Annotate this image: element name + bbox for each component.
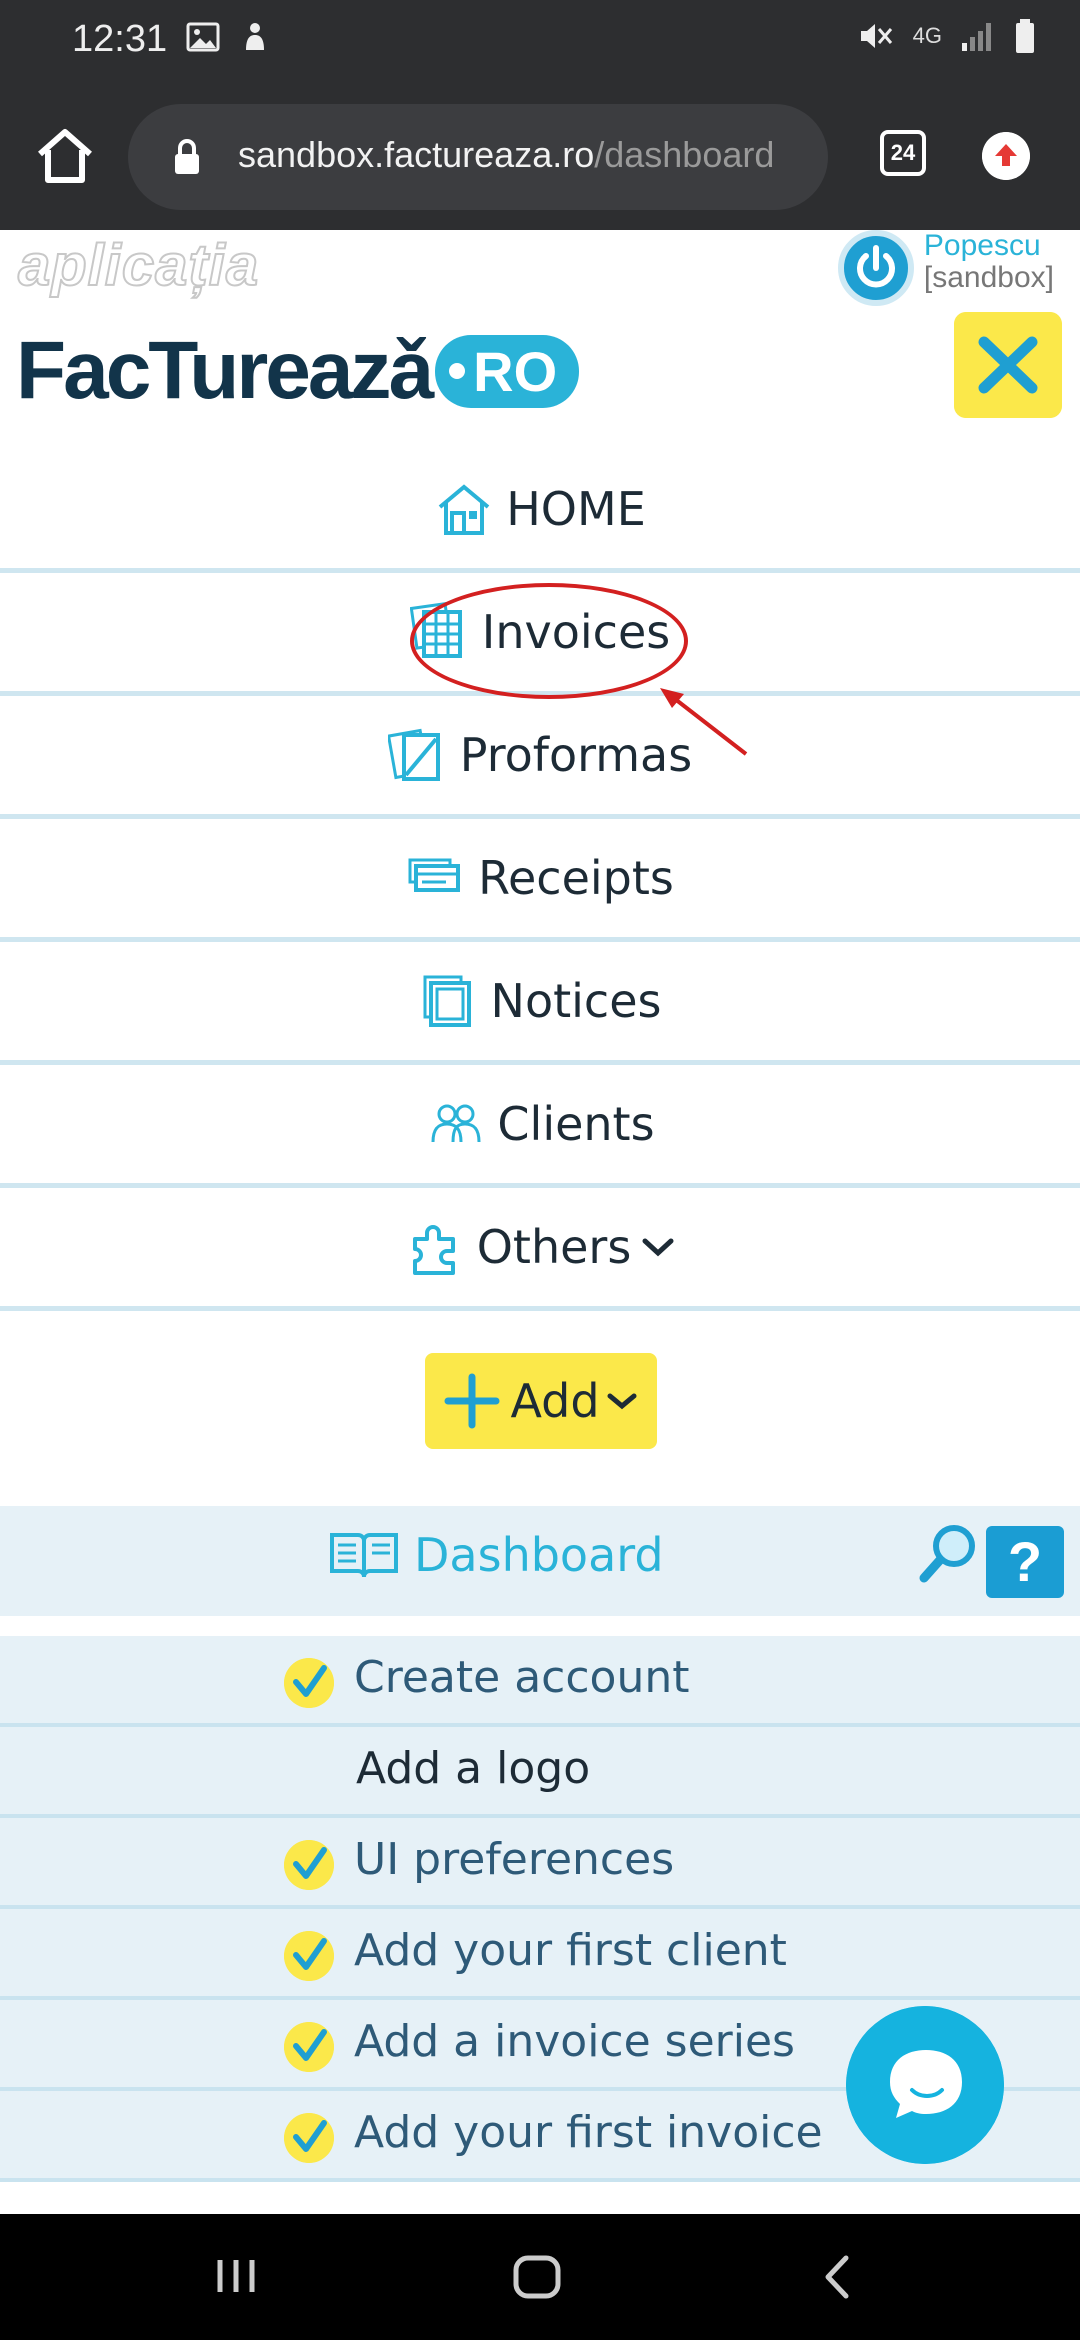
dashboard-link[interactable]: Dashboard — [328, 1528, 664, 1582]
notification-icon — [246, 23, 264, 50]
status-time: 12:31 — [72, 18, 168, 60]
checklist-label: Add a logo — [356, 1743, 591, 1794]
checklist-label: Create account — [354, 1652, 690, 1703]
network-type: 4G — [912, 23, 942, 48]
url-domain: sandbox.factureaza.ro — [238, 134, 595, 175]
add-area: Add — [0, 1350, 1080, 1450]
power-icon[interactable] — [837, 230, 914, 306]
menu-item-proformas[interactable]: Proformas — [0, 696, 1080, 819]
checklist-item[interactable]: Add your first client — [0, 1909, 1080, 2000]
checklist-label: Add your first client — [354, 1925, 787, 1976]
notices-icon — [423, 975, 471, 1027]
status-right-icons: 4G — [857, 18, 1036, 54]
lock-icon — [175, 139, 199, 174]
chevron-down-icon — [607, 1393, 637, 1410]
user-widget[interactable]: Popescu [sandbox] — [837, 230, 1054, 306]
plus-icon — [444, 1373, 500, 1429]
user-env: [sandbox] — [923, 261, 1054, 294]
clients-icon — [431, 1104, 481, 1143]
url-path: /dashboard — [594, 134, 775, 175]
user-info: Popescu [sandbox] — [924, 230, 1054, 294]
check-icon — [284, 2113, 334, 2163]
update-arrow-icon[interactable] — [982, 132, 1030, 180]
mute-icon — [860, 24, 892, 48]
menu-label: Others — [476, 1220, 632, 1274]
browser-toolbar: sandbox.factureaza.ro/dashboard 24 — [0, 84, 1080, 230]
home-button-icon[interactable] — [30, 120, 100, 190]
menu-item-clients[interactable]: Clients — [0, 1065, 1080, 1188]
app-header: aplicația FacTureazǎ RO Popescu [sandbox… — [0, 230, 1080, 430]
menu-item-home[interactable]: HOME — [0, 450, 1080, 573]
menu-label: HOME — [506, 482, 646, 536]
menu-item-receipts[interactable]: Receipts — [0, 819, 1080, 942]
menu-item-others[interactable]: Others — [0, 1188, 1080, 1311]
menu-label: Invoices — [481, 605, 671, 659]
menu-label: Clients — [497, 1097, 655, 1151]
logo-word: FacTureazǎ — [16, 325, 434, 416]
tab-switcher-button[interactable]: 24 — [880, 130, 926, 176]
chevron-down-icon — [642, 1238, 674, 1257]
book-icon — [330, 1533, 398, 1578]
close-menu-button[interactable] — [954, 312, 1062, 418]
factureaza-logo[interactable]: FacTureazǎ RO — [16, 325, 580, 416]
menu-item-invoices[interactable]: Invoices — [0, 573, 1080, 696]
check-icon — [284, 2022, 334, 2072]
checklist-item[interactable]: Add a logo — [0, 1727, 1080, 1818]
checklist-item[interactable]: Create account — [0, 1636, 1080, 1727]
check-icon — [284, 1931, 334, 1981]
checklist-item[interactable]: UI preferences — [0, 1818, 1080, 1909]
add-label: Add — [510, 1374, 600, 1428]
menu-label: Receipts — [478, 851, 674, 905]
home-icon — [438, 484, 490, 535]
search-icon[interactable] — [916, 1522, 980, 1586]
android-nav-bar — [0, 2214, 1080, 2340]
user-name: Popescu — [923, 229, 1041, 262]
help-button[interactable]: ? — [986, 1526, 1064, 1598]
recent-apps-icon[interactable] — [214, 2256, 258, 2296]
home-nav-icon[interactable] — [512, 2254, 562, 2300]
signal-icon — [962, 23, 991, 51]
check-icon — [284, 1658, 334, 1708]
chat-button-icon[interactable] — [846, 2006, 1004, 2164]
logo-suffix: RO — [435, 334, 580, 408]
receipts-icon — [408, 858, 461, 892]
checklist-label: Add a invoice series — [354, 2016, 795, 2067]
status-bar: 12:31 4G — [0, 0, 1080, 84]
menu-label: Notices — [490, 974, 662, 1028]
puzzle-icon — [412, 1225, 455, 1275]
url-text: sandbox.factureaza.ro/dashboard — [238, 134, 774, 176]
proformas-icon — [387, 728, 440, 781]
invoices-icon — [409, 602, 462, 658]
dashboard-header: Dashboard ? — [0, 1506, 1080, 1616]
checklist-label: Add your first invoice — [354, 2107, 823, 2158]
dashboard-title: Dashboard — [414, 1528, 664, 1582]
checklist-label: UI preferences — [354, 1834, 675, 1885]
menu-item-notices[interactable]: Notices — [0, 942, 1080, 1065]
battery-icon — [1016, 19, 1034, 53]
check-icon — [284, 1840, 334, 1890]
back-nav-icon[interactable] — [822, 2254, 852, 2300]
address-bar[interactable]: sandbox.factureaza.ro/dashboard — [128, 104, 828, 210]
annotation-arrow — [660, 688, 748, 756]
image-icon — [186, 22, 220, 52]
watermark-text: aplicația — [17, 232, 260, 299]
add-button[interactable]: Add — [425, 1353, 657, 1449]
main-menu: HOME Invoices Proformas Receipts Notices… — [0, 450, 1080, 1311]
